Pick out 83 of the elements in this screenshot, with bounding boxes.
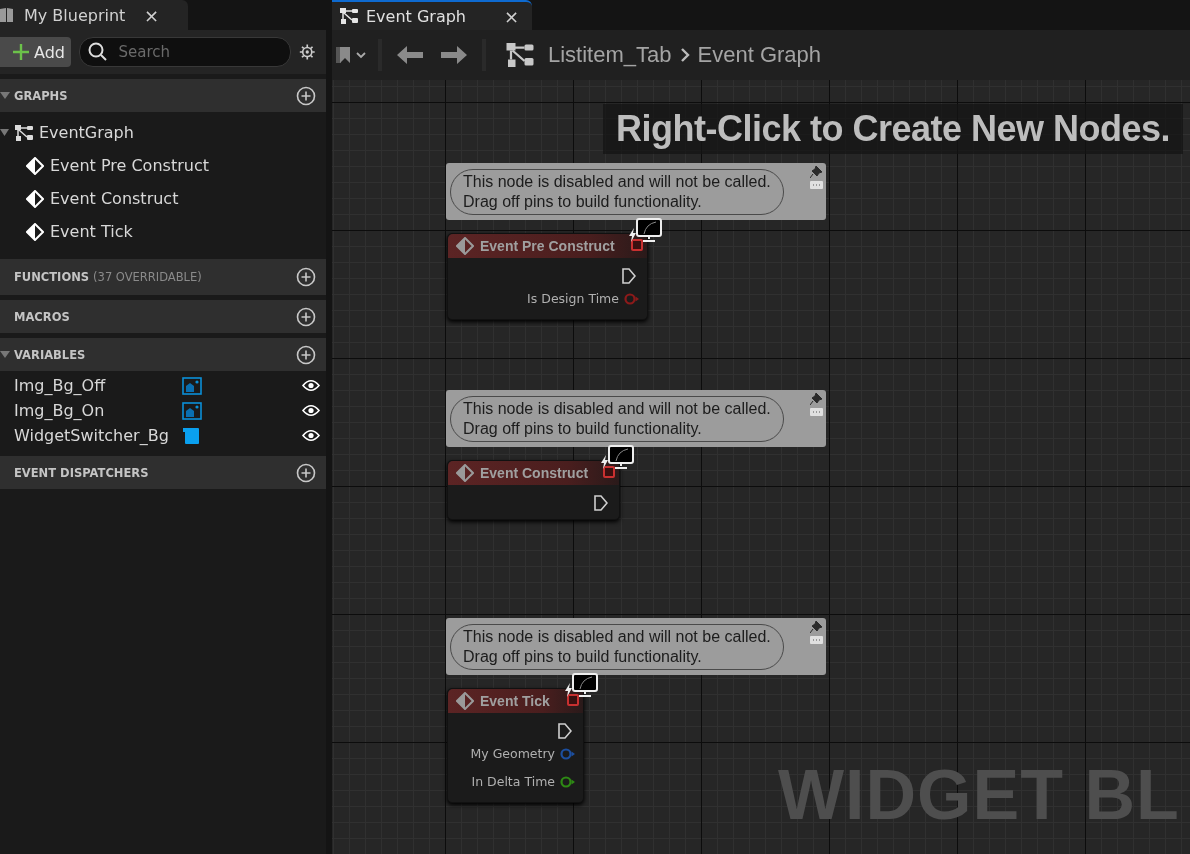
section-title: FUNCTIONS [14, 270, 90, 284]
variable-name[interactable]: Img_Bg_On [14, 401, 182, 420]
comment-text: This node is disabled and will not be called. Drag off pins to build functionality. [463, 172, 771, 210]
lightning-icon [629, 228, 636, 242]
lightning-icon [601, 455, 608, 469]
section-header[interactable]: GRAPHS [0, 79, 326, 112]
add-icon[interactable] [296, 85, 316, 106]
eye-icon[interactable] [302, 379, 320, 392]
node-title: Event Construct [480, 465, 589, 481]
section-title: VARIABLES [14, 347, 86, 362]
section-title: GRAPHS [14, 88, 68, 103]
add-icon[interactable] [296, 267, 316, 287]
node-title: Event Pre Construct [480, 238, 615, 254]
event-icon [456, 237, 474, 255]
pin-icon[interactable] [810, 621, 822, 633]
monitor-icon [608, 445, 634, 469]
add-icon[interactable] [296, 462, 316, 483]
event-icon [456, 464, 474, 482]
search-field[interactable]: Search [79, 37, 292, 67]
graph-icon [506, 43, 534, 67]
tab-title: Event Graph [366, 6, 467, 26]
section-title: EVENT DISPATCHERS [14, 465, 149, 480]
image-type-icon [182, 401, 202, 420]
book-icon [0, 7, 14, 23]
event-icon [26, 222, 44, 241]
widget-type-icon [182, 426, 202, 445]
collapse-arrow-icon[interactable] [0, 129, 9, 136]
add-button[interactable]: Add [0, 37, 72, 67]
forward-arrow-icon[interactable] [441, 46, 467, 64]
search-input[interactable]: Search [116, 42, 283, 62]
graph-canvas[interactable] [332, 80, 1190, 854]
breadcrumb-current: Event Graph [697, 42, 822, 68]
exec-pin[interactable] [594, 495, 608, 511]
event-icon [26, 189, 44, 208]
section-header[interactable]: FUNCTIONS (37 OVERRIDABLE) [0, 259, 326, 295]
variable-name[interactable]: Img_Bg_Off [14, 376, 182, 395]
chevron-icon [679, 47, 690, 63]
close-button[interactable]: × [504, 5, 520, 27]
pin-icon[interactable] [810, 393, 822, 405]
eye-icon[interactable] [302, 404, 320, 417]
monitor-icon [636, 218, 662, 242]
image-type-icon [182, 376, 202, 395]
comment-text: This node is disabled and will not be called. Drag off pins to build functionality. [463, 399, 771, 437]
tree-item[interactable]: Event Construct [50, 189, 179, 208]
add-icon[interactable] [296, 344, 316, 365]
collapse-arrow-icon[interactable] [0, 351, 10, 358]
editor-tab[interactable]: Event Graph × [332, 0, 532, 30]
section-header[interactable]: EVENT DISPATCHERS [0, 456, 326, 489]
plus-icon [12, 43, 30, 61]
tab-title: My Blueprint [24, 5, 127, 25]
tree-item[interactable]: Event Tick [50, 222, 133, 241]
search-icon [88, 42, 109, 62]
exec-pin[interactable] [622, 268, 636, 284]
add-icon[interactable] [296, 306, 316, 327]
event-icon [456, 692, 474, 710]
graph-icon [15, 124, 33, 141]
close-button[interactable]: × [142, 4, 162, 26]
canvas-hint: Right-Click to Create New Nodes. [603, 104, 1184, 154]
graph-icon [340, 8, 358, 24]
tree-item[interactable]: Event Pre Construct [50, 156, 209, 175]
panel-tab[interactable]: My Blueprint × [0, 0, 188, 30]
tree-item[interactable]: EventGraph [39, 123, 134, 142]
lightning-icon [565, 683, 572, 697]
pin-label: In Delta Time [471, 774, 555, 789]
back-arrow-icon[interactable] [397, 46, 423, 64]
section-title: MACROS [14, 309, 70, 324]
breadcrumb-link[interactable]: Listitem_Tab [548, 42, 672, 68]
eye-icon[interactable] [302, 429, 320, 442]
section-header[interactable]: VARIABLES [0, 338, 326, 371]
comment-text: This node is disabled and will not be called. Drag off pins to build functionality. [463, 627, 771, 665]
exec-pin[interactable] [558, 723, 572, 739]
bookmark-dropdown-icon[interactable] [336, 46, 368, 64]
section-note: (37 OVERRIDABLE) [93, 270, 202, 284]
settings-icon[interactable] [299, 42, 316, 62]
monitor-icon [572, 673, 598, 697]
pin-label: My Geometry [470, 746, 555, 761]
pin-label: Is Design Time [527, 291, 619, 306]
node-title: Event Tick [480, 693, 550, 709]
collapse-arrow-icon[interactable] [0, 92, 10, 99]
variable-name[interactable]: WidgetSwitcher_Bg [14, 426, 182, 445]
event-icon [26, 156, 44, 175]
section-header[interactable]: MACROS [0, 300, 326, 333]
pin-icon[interactable] [810, 166, 822, 178]
